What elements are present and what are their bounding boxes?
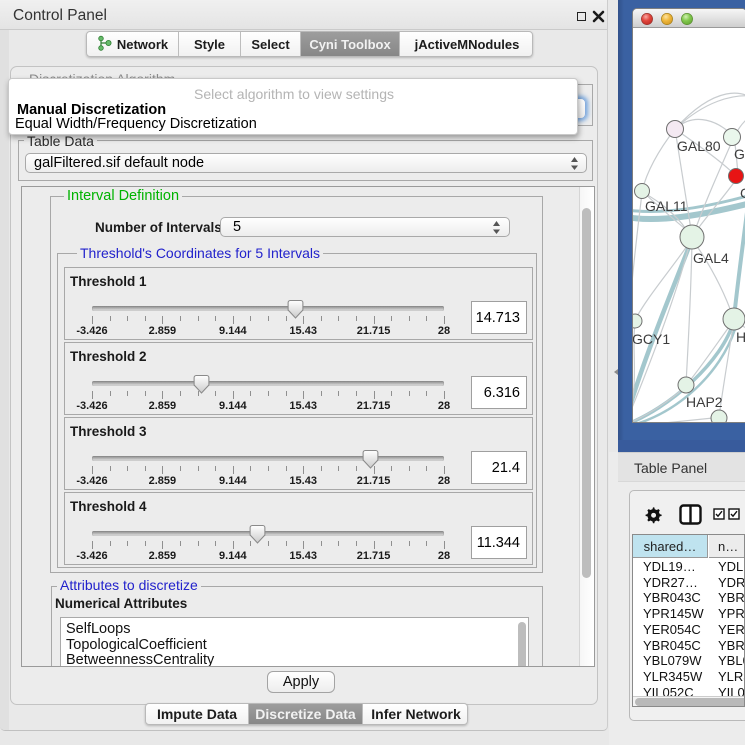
svg-text:GAL80: GAL80	[677, 138, 721, 154]
svg-text:HAP2: HAP2	[686, 394, 723, 410]
svg-text:HIS: HIS	[736, 329, 745, 345]
svg-text:GAL4: GAL4	[693, 250, 729, 266]
svg-text:GAL7: GAL7	[734, 146, 745, 162]
svg-text:GCY1: GCY1	[633, 331, 670, 347]
svg-text:GAL11: GAL11	[645, 198, 688, 214]
svg-text:CY: CY	[740, 185, 745, 201]
